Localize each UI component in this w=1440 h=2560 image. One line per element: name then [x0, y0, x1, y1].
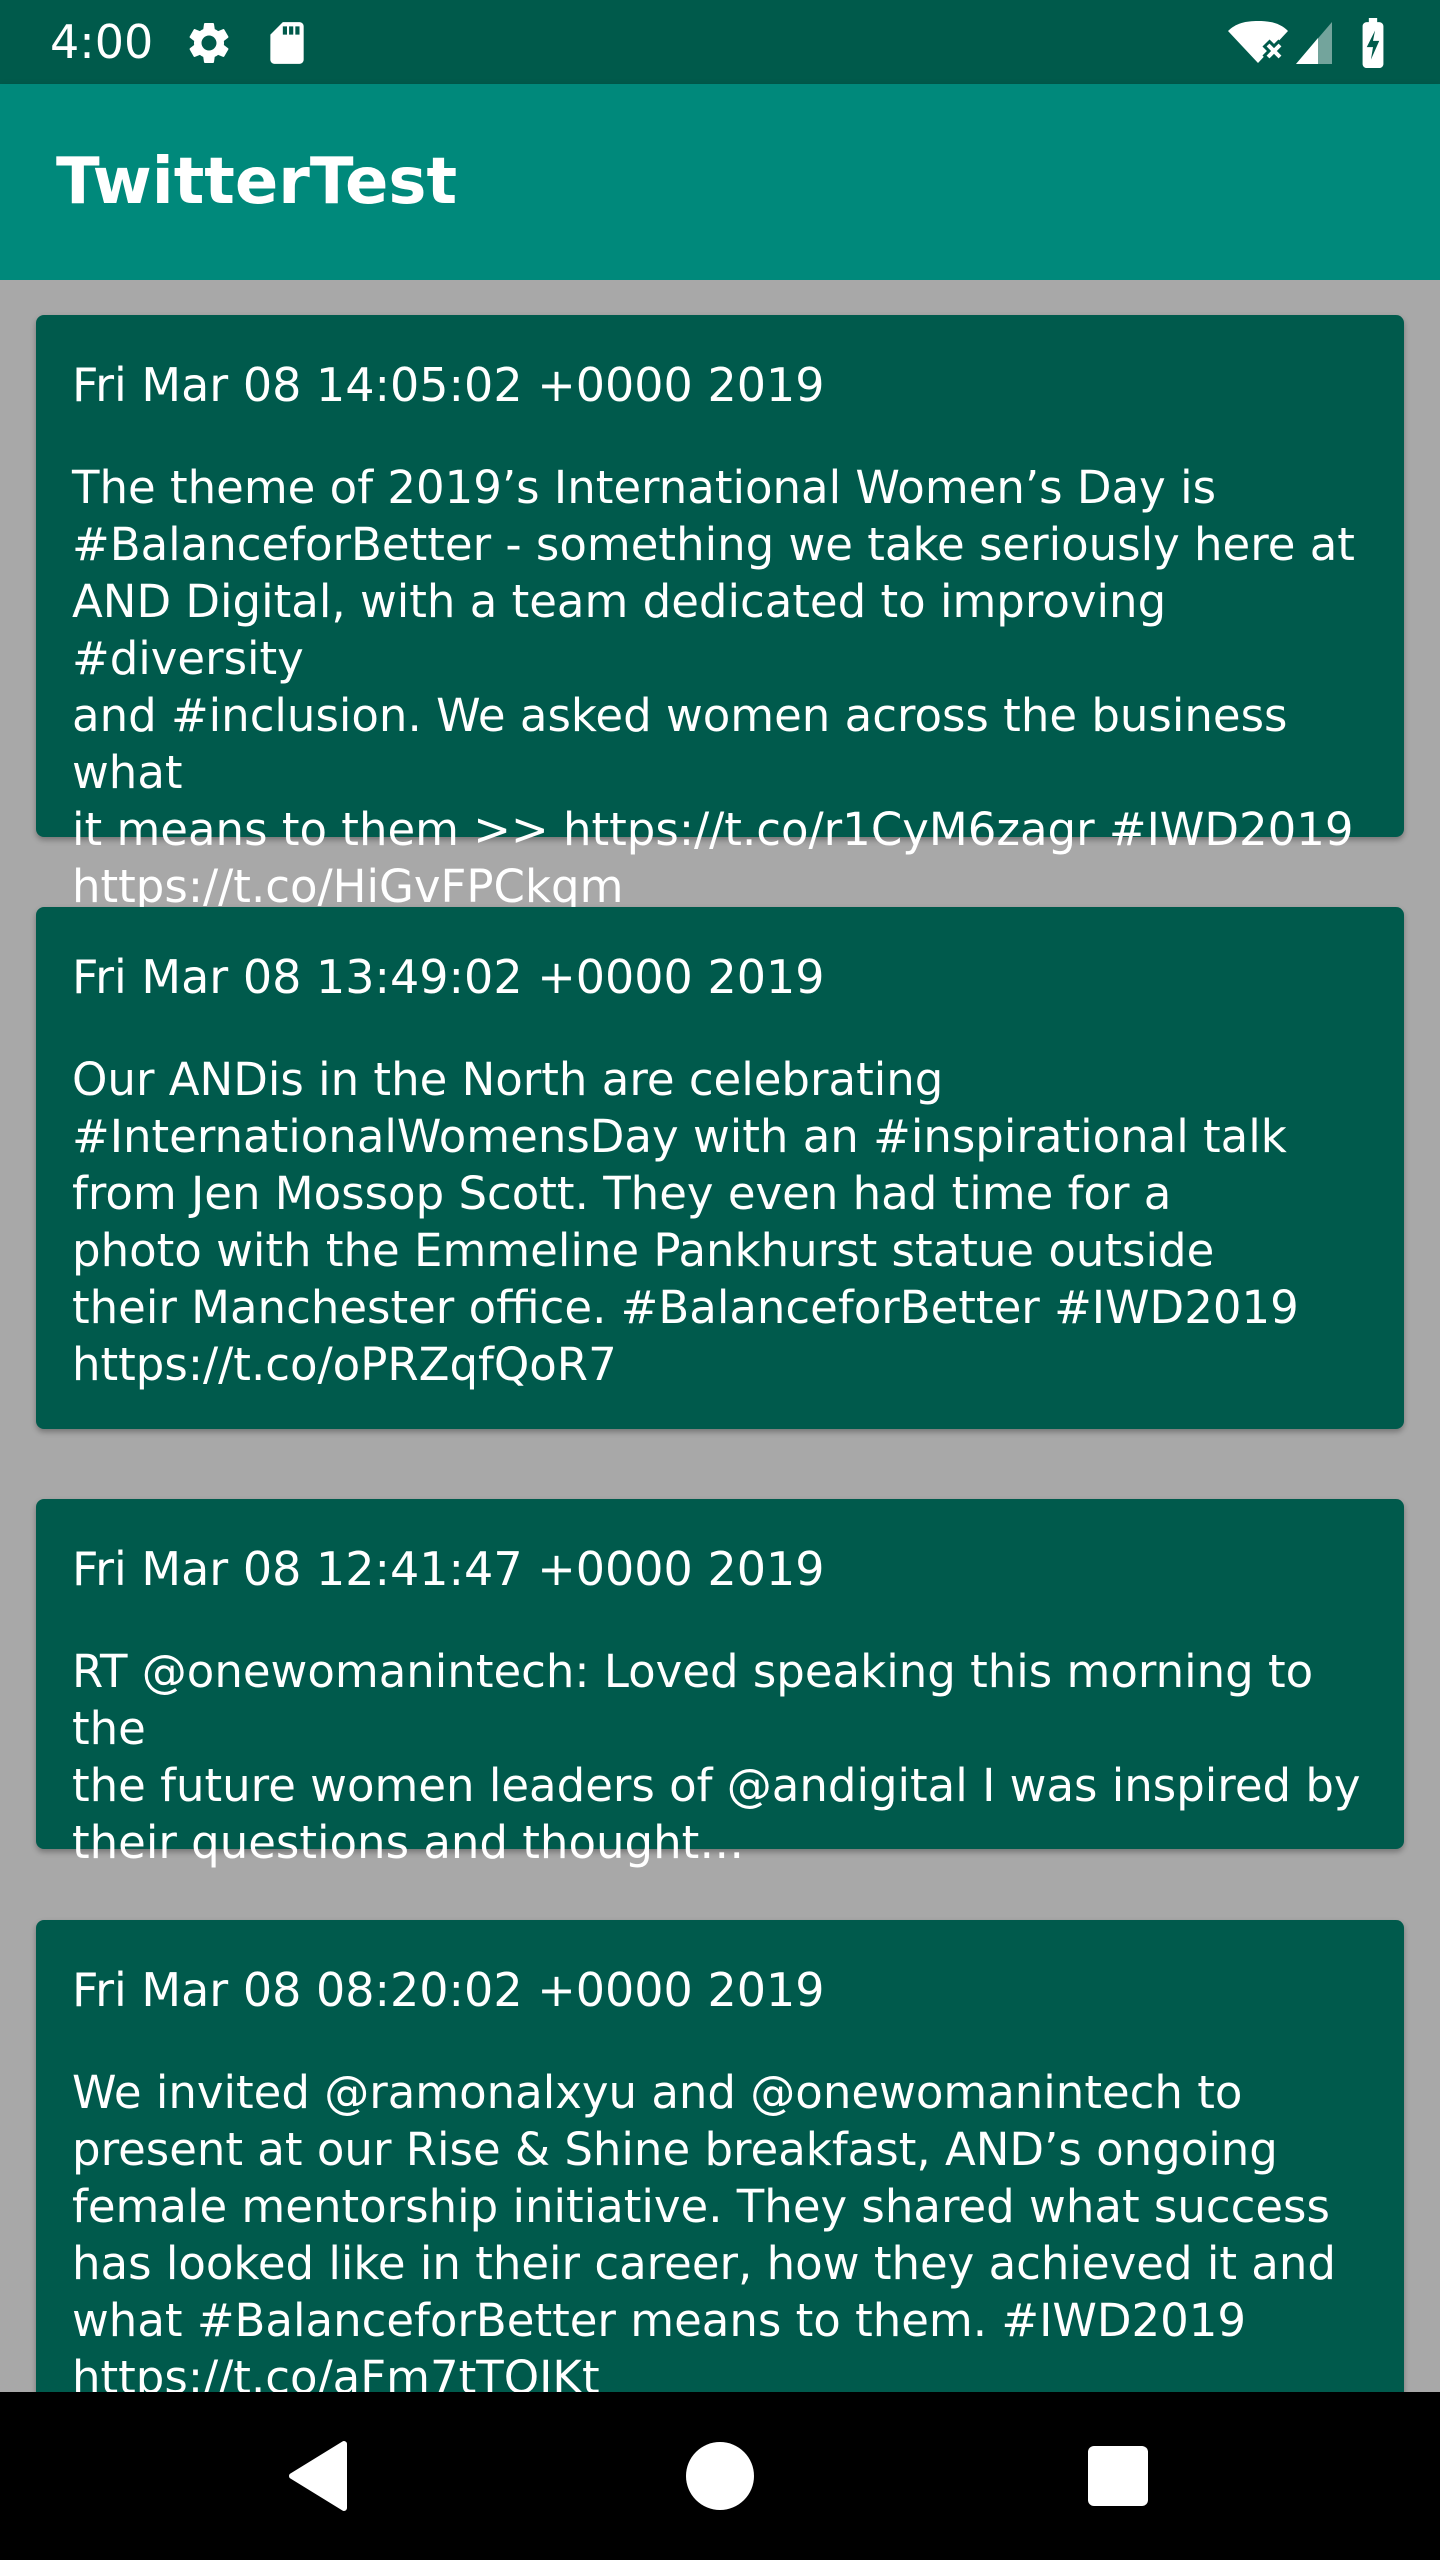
tweet-text: The theme of 2019’s International Women’…	[72, 461, 1355, 913]
tweet-date: Fri Mar 08 13:49:02 +0000 2019	[72, 950, 825, 1004]
wifi-off-icon	[1228, 21, 1288, 63]
tweet-card[interactable]: Fri Mar 08 12:41:47 +0000 2019 RT @onewo…	[36, 1499, 1404, 1869]
navigation-bar	[0, 2392, 1440, 2560]
status-bar: 4:00	[0, 0, 1440, 84]
tweet-text: RT @onewomanintech: Loved speaking this …	[72, 1645, 1361, 1869]
tweet-date: Fri Mar 08 08:20:02 +0000 2019	[72, 1963, 825, 2017]
tweet-text: We invited @ramonalxyu and @onewomaninte…	[72, 2066, 1336, 2392]
tweet-list[interactable]: Fri Mar 08 14:05:02 +0000 2019 The theme…	[0, 280, 1440, 2392]
recents-icon[interactable]	[1078, 2436, 1158, 2516]
tweet-card[interactable]: Fri Mar 08 13:49:02 +0000 2019 Our ANDis…	[36, 907, 1404, 1429]
app-title: TwitterTest	[56, 145, 458, 219]
tweet-date: Fri Mar 08 12:41:47 +0000 2019	[72, 1542, 825, 1596]
app-bar: TwitterTest	[0, 84, 1440, 280]
tweet-text: Our ANDis in the North are celebrating #…	[72, 1053, 1299, 1391]
home-icon[interactable]	[680, 2436, 760, 2516]
tweet-card[interactable]: Fri Mar 08 08:20:02 +0000 2019 We invite…	[36, 1920, 1404, 2392]
sd-card-icon	[270, 22, 304, 64]
back-icon[interactable]	[280, 2436, 360, 2516]
settings-icon	[189, 22, 229, 63]
signal-icon	[1296, 22, 1332, 64]
tweet-date: Fri Mar 08 14:05:02 +0000 2019	[72, 358, 825, 412]
battery-charging-icon	[1362, 18, 1384, 68]
tweet-card[interactable]: Fri Mar 08 14:05:02 +0000 2019 The theme…	[36, 315, 1404, 913]
status-time: 4:00	[50, 15, 154, 69]
